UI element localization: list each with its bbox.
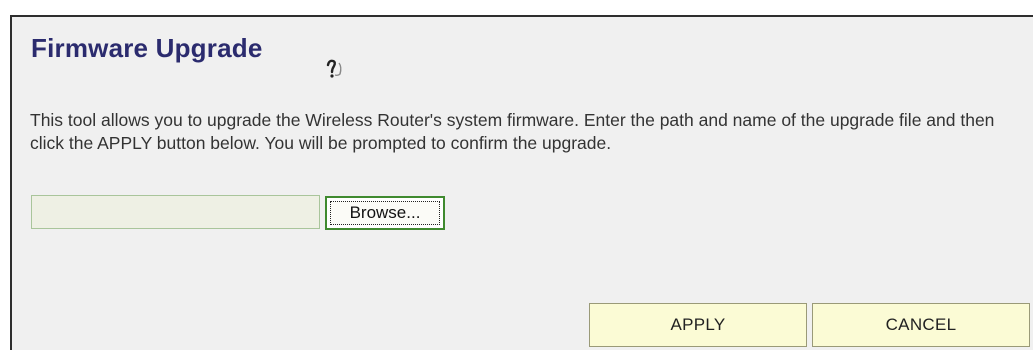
description-text: This tool allows you to upgrade the Wire… (30, 110, 995, 153)
page-title: Firmware Upgrade (31, 33, 263, 63)
firmware-upgrade-panel: Firmware Upgrade This tool allows you to… (10, 15, 1033, 350)
cancel-button[interactable]: CANCEL (812, 303, 1030, 347)
browse-button[interactable]: Browse... (325, 196, 445, 230)
help-question-icon[interactable] (322, 57, 348, 79)
browse-button-label: Browse... (330, 201, 440, 225)
apply-button[interactable]: APPLY (589, 303, 807, 347)
firmware-file-path-input[interactable] (31, 195, 320, 229)
